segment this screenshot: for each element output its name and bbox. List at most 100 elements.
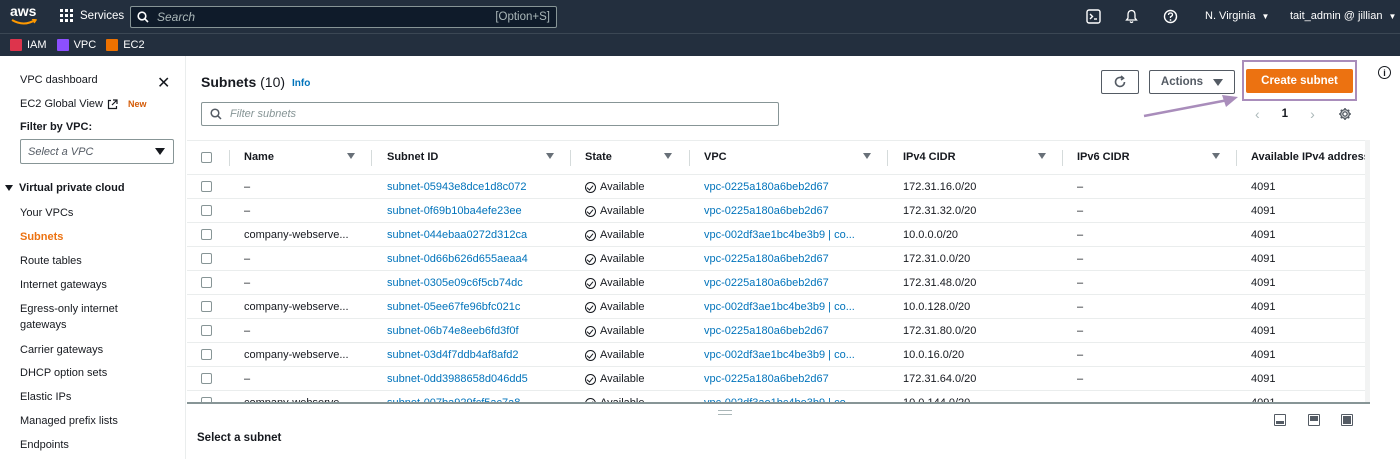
chevron-right-icon[interactable]: › <box>1310 106 1315 122</box>
panel-half-icon[interactable] <box>1308 414 1320 426</box>
aws-logo[interactable]: aws <box>10 4 40 28</box>
row-checkbox[interactable] <box>201 205 212 216</box>
table-row[interactable]: – subnet-0dd3988658d046dd5 Available vpc-02… <box>187 367 1370 391</box>
row-checkbox[interactable] <box>201 181 212 192</box>
column-header-state[interactable]: State <box>585 151 612 163</box>
row-checkbox[interactable] <box>201 229 212 240</box>
table-scrollbar[interactable] <box>1365 140 1370 402</box>
sort-icon[interactable] <box>863 153 871 159</box>
cell-subnet-id[interactable]: subnet-0d66b626d655aeaa4 <box>387 253 528 265</box>
cell-vpc[interactable]: vpc-0225a180a6beb2d67 <box>704 373 829 385</box>
sidebar-item-managed-prefix-lists[interactable]: Managed prefix lists <box>20 415 118 427</box>
cell-vpc[interactable]: vpc-0225a180a6beb2d67 <box>704 325 829 337</box>
sidebar-item-carrier-gateways[interactable]: Carrier gateways <box>20 344 103 356</box>
column-header-name[interactable]: Name <box>244 151 274 163</box>
table-row[interactable]: – subnet-0f69b10ba4efe23ee Available vpc-02… <box>187 199 1370 223</box>
search-icon <box>210 108 222 120</box>
sort-icon[interactable] <box>664 153 672 159</box>
sort-icon[interactable] <box>347 153 355 159</box>
cell-subnet-id[interactable]: subnet-06b74e8eeb6fd3f0f <box>387 325 519 337</box>
bell-icon[interactable] <box>1124 9 1139 24</box>
table-row[interactable]: company-webserve... subnet-044ebaa0272d31… <box>187 223 1370 247</box>
cloudshell-icon[interactable] <box>1086 9 1101 24</box>
actions-dropdown-button[interactable]: Actions <box>1149 70 1235 94</box>
search-input[interactable] <box>157 10 496 24</box>
filter-subnets-field[interactable] <box>201 102 779 126</box>
cell-vpc[interactable]: vpc-002df3ae1bc4be3b9 | co... <box>704 229 855 241</box>
resize-handle-icon[interactable] <box>718 410 732 415</box>
cell-available-ipv4: 4091 <box>1251 373 1276 385</box>
table-row[interactable]: company-webserve...subnet-007ba929fcf5ac… <box>187 391 1370 402</box>
favorite-ec2[interactable]: EC2 <box>106 39 145 51</box>
column-header-ipv4-cidr[interactable]: IPv4 CIDR <box>903 151 956 163</box>
region-selector[interactable]: N. Virginia ▼ <box>1205 10 1269 22</box>
panel-full-icon[interactable] <box>1341 414 1353 426</box>
cell-ipv4-cidr: 172.31.32.0/20 <box>903 205 977 217</box>
table-row[interactable]: – subnet-05943e8dce1d8c072 Available vpc-02… <box>187 175 1370 199</box>
column-header-subnet-id[interactable]: Subnet ID <box>387 151 438 163</box>
row-checkbox[interactable] <box>201 253 212 264</box>
row-checkbox[interactable] <box>201 277 212 288</box>
page-number[interactable]: 1 <box>1282 108 1288 120</box>
row-checkbox[interactable] <box>201 349 212 360</box>
favorite-iam[interactable]: IAM <box>10 39 47 51</box>
sidebar-item-dhcp-option-sets[interactable]: DHCP option sets <box>20 367 107 379</box>
sort-icon[interactable] <box>1038 153 1046 159</box>
cell-subnet-id[interactable]: subnet-03d4f7ddb4af8afd2 <box>387 349 519 361</box>
column-header-ipv6-cidr[interactable]: IPv6 CIDR <box>1077 151 1130 163</box>
sort-icon[interactable] <box>1212 153 1220 159</box>
cell-vpc[interactable]: vpc-002df3ae1bc4be3b9 | co... <box>704 301 855 313</box>
row-checkbox[interactable] <box>201 301 212 312</box>
table-row[interactable]: company-webserve... subnet-05ee67fe96bfc0… <box>187 295 1370 319</box>
column-separator <box>689 150 690 166</box>
column-header-available-ipv4[interactable]: Available IPv4 address <box>1251 151 1370 163</box>
account-menu[interactable]: tait_admin @ jillian ▼ <box>1290 10 1396 22</box>
cell-subnet-id[interactable]: subnet-044ebaa0272d312ca <box>387 229 527 241</box>
cell-subnet-id[interactable]: subnet-0dd3988658d046dd5 <box>387 373 528 385</box>
sidebar-item-endpoints[interactable]: Endpoints <box>20 439 69 451</box>
table-row[interactable]: – subnet-0d66b626d655aeaa4 Available vpc-02… <box>187 247 1370 271</box>
info-panel-icon[interactable]: i <box>1378 66 1391 79</box>
sidebar-item-elastic-ips[interactable]: Elastic IPs <box>20 391 71 403</box>
vpc-filter-select[interactable]: Select a VPC <box>20 139 174 164</box>
chevron-left-icon[interactable]: ‹ <box>1255 106 1260 122</box>
sidebar-item-egress-only-internet-gateways[interactable]: Egress-only internet gateways <box>20 303 118 331</box>
gear-icon[interactable] <box>1338 107 1352 121</box>
sidebar-item-subnets[interactable]: Subnets <box>20 231 63 243</box>
sidebar-item-route-tables[interactable]: Route tables <box>20 255 82 267</box>
cell-available-ipv4: 4091 <box>1251 325 1276 337</box>
cell-subnet-id[interactable]: subnet-0f69b10ba4efe23ee <box>387 205 522 217</box>
sidebar-item-ec2-global-view[interactable]: EC2 Global View New <box>20 98 146 110</box>
section-virtual-private-cloud[interactable]: Virtual private cloud <box>5 182 125 194</box>
select-all-checkbox[interactable] <box>201 152 212 163</box>
sidebar-item-vpc-dashboard[interactable]: VPC dashboard <box>20 74 98 86</box>
cell-subnet-id[interactable]: subnet-0305e09c6f5cb74dc <box>387 277 523 289</box>
filter-subnets-input[interactable] <box>230 108 770 120</box>
favorite-vpc[interactable]: VPC <box>56 39 96 51</box>
table-row[interactable]: – subnet-0305e09c6f5cb74dc Available vpc-02… <box>187 271 1370 295</box>
create-subnet-button[interactable]: Create subnet <box>1246 69 1353 93</box>
cell-vpc[interactable]: vpc-0225a180a6beb2d67 <box>704 181 829 193</box>
cell-subnet-id[interactable]: subnet-05943e8dce1d8c072 <box>387 181 526 193</box>
cell-vpc[interactable]: vpc-0225a180a6beb2d67 <box>704 277 829 289</box>
sidebar-item-your-vpcs[interactable]: Your VPCs <box>20 207 73 219</box>
help-icon[interactable] <box>1163 9 1178 24</box>
cell-vpc[interactable]: vpc-0225a180a6beb2d67 <box>704 205 829 217</box>
refresh-button[interactable] <box>1101 70 1139 94</box>
row-checkbox[interactable] <box>201 325 212 336</box>
row-checkbox[interactable] <box>201 373 212 384</box>
panel-bottom-icon[interactable] <box>1274 414 1286 426</box>
global-search[interactable]: [Option+S] <box>130 6 557 28</box>
cell-vpc[interactable]: vpc-002df3ae1bc4be3b9 | co... <box>704 349 855 361</box>
table-row[interactable]: company-webserve... subnet-03d4f7ddb4af8a… <box>187 343 1370 367</box>
info-link[interactable]: Info <box>292 78 310 89</box>
sidebar-item-internet-gateways[interactable]: Internet gateways <box>20 279 107 291</box>
sort-icon[interactable] <box>546 153 554 159</box>
table-row[interactable]: – subnet-06b74e8eeb6fd3f0f Available vpc-02… <box>187 319 1370 343</box>
column-header-vpc[interactable]: VPC <box>704 151 727 163</box>
cell-vpc[interactable]: vpc-0225a180a6beb2d67 <box>704 253 829 265</box>
refresh-icon <box>1114 75 1126 88</box>
cell-subnet-id[interactable]: subnet-05ee67fe96bfc021c <box>387 301 520 313</box>
close-icon[interactable]: ✕ <box>157 73 170 93</box>
services-menu-button[interactable]: Services <box>60 9 124 22</box>
